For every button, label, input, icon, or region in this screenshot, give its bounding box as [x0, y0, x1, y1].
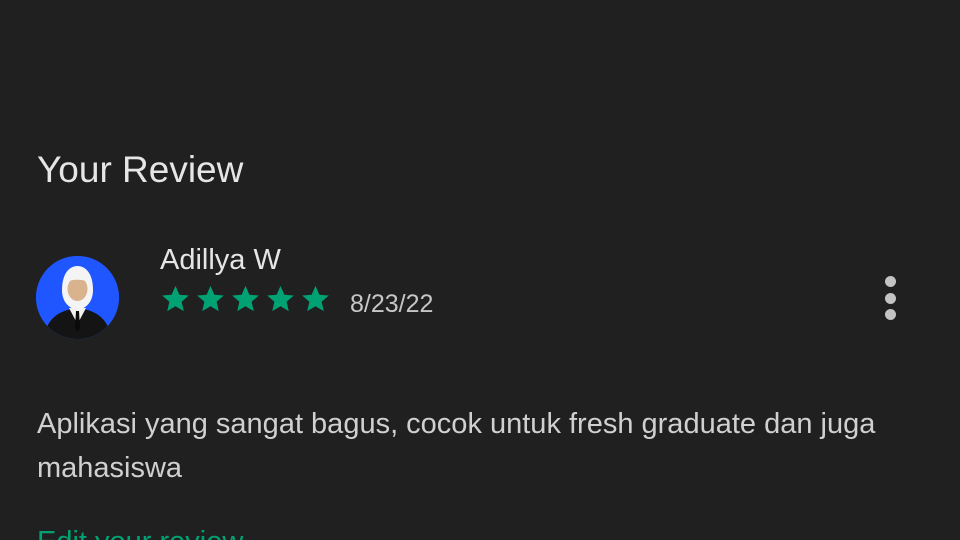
- section-title: Your Review: [37, 149, 244, 190]
- star-icon: [197, 285, 224, 312]
- more-vert-icon-dot-2: [884, 292, 896, 304]
- star-icon: [302, 285, 329, 312]
- review-text: Aplikasi yang sangat bagus, cocok untuk …: [37, 408, 876, 484]
- avatar: [36, 256, 119, 339]
- star-icon: [162, 285, 189, 312]
- reviewer-name: Adillya W: [160, 244, 281, 276]
- star-icon: [267, 285, 294, 312]
- review-date: 8/23/22: [350, 290, 434, 318]
- star-icon: [232, 285, 259, 312]
- edit-review-link[interactable]: Edit your review: [37, 520, 243, 540]
- star-rating: [158, 283, 333, 315]
- more-vert-icon-dot-3: [884, 309, 896, 320]
- more-vert-icon: [884, 276, 896, 287]
- avatar-photo: [36, 256, 119, 339]
- more-options-button[interactable]: [870, 272, 910, 324]
